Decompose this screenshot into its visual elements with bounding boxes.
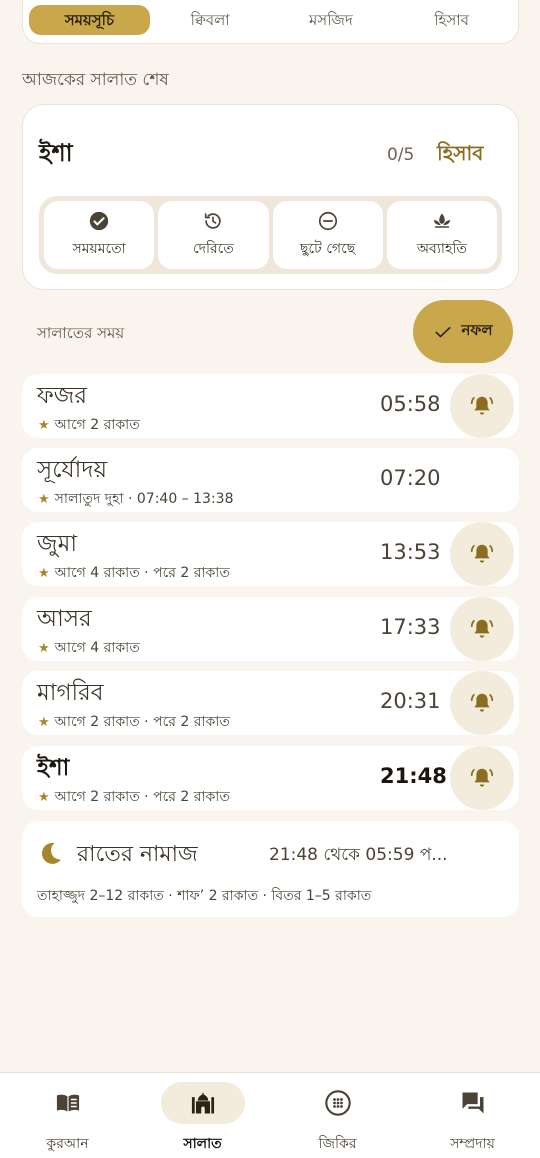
nav-icon-wrap	[431, 1082, 515, 1124]
tab-qibla[interactable]: ক্বিবলা	[150, 5, 271, 35]
prayer-times-label: সালাতের সময়	[37, 324, 125, 342]
prayer-sub-text: আগে 2 রাকাত	[54, 417, 140, 433]
prayer-time: 07:20	[380, 466, 441, 490]
history-icon	[205, 212, 222, 229]
prayer-sub: ★ আগে 2 রাকাত · পরে 2 রাকাত	[38, 710, 230, 734]
prayer-name: জুমা	[37, 531, 78, 557]
nav-community[interactable]: সম্প্রদায়	[405, 1073, 540, 1158]
prayer-sub: ★ আগে 4 রাকাত · পরে 2 রাকাত	[38, 561, 230, 585]
book-icon	[56, 1094, 79, 1112]
prayer-sub-text: আগে 2 রাকাত · পরে 2 রাকাত	[54, 714, 230, 730]
bell-ring-icon	[470, 544, 494, 563]
current-prayer-title: ইশা	[39, 139, 73, 167]
tab-schedule[interactable]: সময়সূচি	[29, 5, 150, 35]
bell-ring-icon	[470, 396, 494, 415]
prayer-status-card: ইশা 0/5 হিসাব সময়মতো দেরিতে ছুটে গেছে অ…	[22, 104, 519, 290]
nav-icon-wrap	[296, 1082, 380, 1124]
forum-icon	[462, 1092, 483, 1114]
notification-toggle[interactable]	[450, 374, 514, 438]
star-icon: ★	[38, 491, 50, 507]
prayer-row-sunrise[interactable]: সূর্যোদয় ★ সালাতুদ দুহা · 07:40 – 13:38 …	[22, 448, 519, 512]
nav-label: জিকির	[318, 1136, 357, 1152]
bottom-navigation: কুরআন সালাত জিকির সম্প্রদায়	[0, 1072, 540, 1158]
status-on-time-button[interactable]: সময়মতো	[44, 201, 155, 269]
prayer-sub-text: আগে 2 রাকাত · পরে 2 রাকাত	[54, 789, 230, 805]
star-icon: ★	[38, 417, 50, 433]
night-prayer-sub: তাহাজ্জুদ 2–12 রাকাত · শাফ’ 2 রাকাত · বি…	[37, 888, 372, 904]
nav-salat[interactable]: সালাত	[135, 1073, 270, 1158]
status-missed-label: ছুটে গেছে	[300, 240, 356, 257]
prayer-sub: ★ আগে 2 রাকাত	[38, 413, 140, 437]
lotus-icon	[433, 213, 451, 228]
prayer-time: 21:48	[380, 764, 447, 788]
nafl-toggle-button[interactable]: নফল	[413, 300, 513, 363]
status-on-time-label: সময়মতো	[72, 240, 126, 257]
minus-circle-icon	[318, 211, 337, 230]
nav-label: সম্প্রদায়	[450, 1136, 495, 1152]
prayer-time: 20:31	[380, 689, 441, 713]
status-missed-button[interactable]: ছুটে গেছে	[272, 201, 383, 269]
prayer-time: 05:58	[380, 392, 441, 416]
prayer-row-fajr[interactable]: ফজর ★ আগে 2 রাকাত 05:58	[22, 374, 519, 438]
top-tab-bar: সময়সূচি ক্বিবলা মসজিদ হিসাব	[22, 0, 519, 44]
notification-toggle[interactable]	[450, 746, 514, 810]
prayer-time: 17:33	[380, 615, 441, 639]
star-icon: ★	[38, 714, 50, 730]
prayer-row-maghrib[interactable]: মাগরিব ★ আগে 2 রাকাত · পরে 2 রাকাত 20:31	[22, 671, 519, 735]
tracker-link[interactable]: হিসাব	[437, 139, 483, 172]
night-prayer-card[interactable]: রাতের নামাজ 21:48 থেকে 05:59 প... তাহাজ্…	[22, 821, 519, 917]
check-circle-icon	[89, 211, 109, 230]
status-late-button[interactable]: দেরিতে	[158, 201, 269, 269]
section-label-today: আজকের সালাত শেষ	[22, 70, 169, 90]
prayer-name: ফজর	[37, 383, 88, 409]
prayer-time: 13:53	[380, 540, 441, 564]
prayer-name: আসর	[37, 606, 92, 632]
notification-toggle[interactable]	[450, 671, 514, 735]
moon-icon	[41, 842, 61, 864]
nav-label: কুরআন	[46, 1136, 89, 1152]
prayer-row-jumuah[interactable]: জুমা ★ আগে 4 রাকাত · পরে 2 রাকাত 13:53	[22, 522, 519, 586]
notification-toggle[interactable]	[450, 522, 514, 586]
star-icon: ★	[38, 640, 50, 656]
tab-mosque[interactable]: মসজিদ	[271, 5, 392, 35]
prayer-name: মাগরিব	[37, 680, 104, 706]
prayer-row-isha[interactable]: ইশা ★ আগে 2 রাকাত · পরে 2 রাকাত 21:48	[22, 746, 519, 810]
tab-tracker[interactable]: হিসাব	[391, 5, 512, 35]
tasbih-icon	[324, 1090, 351, 1116]
nav-icon-wrap	[160, 1082, 245, 1124]
star-icon: ★	[38, 789, 50, 805]
status-exempt-label: অব্যাহতি	[416, 240, 467, 257]
night-prayer-title: রাতের নামাজ	[77, 842, 198, 867]
nav-icon-wrap	[26, 1082, 110, 1124]
prayer-sub: ★ আগে 4 রাকাত	[38, 636, 140, 660]
prayer-name: সূর্যোদয়	[37, 457, 107, 483]
prayer-row-asr[interactable]: আসর ★ আগে 4 রাকাত 17:33	[22, 597, 519, 661]
completed-count: 0/5	[387, 145, 415, 165]
prayer-sub: ★ আগে 2 রাকাত · পরে 2 রাকাত	[38, 785, 230, 809]
prayer-times-screen: সময়সূচি ক্বিবলা মসজিদ হিসাব আজকের সালাত…	[0, 0, 540, 1158]
nav-label: সালাত	[183, 1136, 222, 1152]
mosque-icon	[191, 1092, 214, 1114]
prayer-sub-text: সালাতুদ দুহা · 07:40 – 13:38	[54, 491, 234, 507]
status-late-label: দেরিতে	[192, 240, 234, 257]
bell-ring-icon	[470, 768, 494, 787]
night-prayer-time: 21:48 থেকে 05:59 প...	[269, 845, 448, 865]
prayer-name: ইশা	[37, 755, 70, 781]
nafl-label: নফল	[461, 321, 493, 339]
notification-toggle[interactable]	[450, 597, 514, 661]
status-options: সময়মতো দেরিতে ছুটে গেছে অব্যাহতি	[39, 196, 502, 274]
bell-ring-icon	[470, 693, 494, 712]
prayer-sub-text: আগে 4 রাকাত · পরে 2 রাকাত	[54, 565, 230, 581]
check-icon	[435, 326, 451, 337]
prayer-sub: ★ সালাতুদ দুহা · 07:40 – 13:38	[38, 487, 233, 511]
nav-zikr[interactable]: জিকির	[270, 1073, 405, 1158]
nav-quran[interactable]: কুরআন	[0, 1073, 135, 1158]
status-exempt-button[interactable]: অব্যাহতি	[386, 201, 497, 269]
bell-ring-icon	[470, 619, 494, 638]
star-icon: ★	[38, 565, 50, 581]
prayer-sub-text: আগে 4 রাকাত	[54, 640, 140, 656]
